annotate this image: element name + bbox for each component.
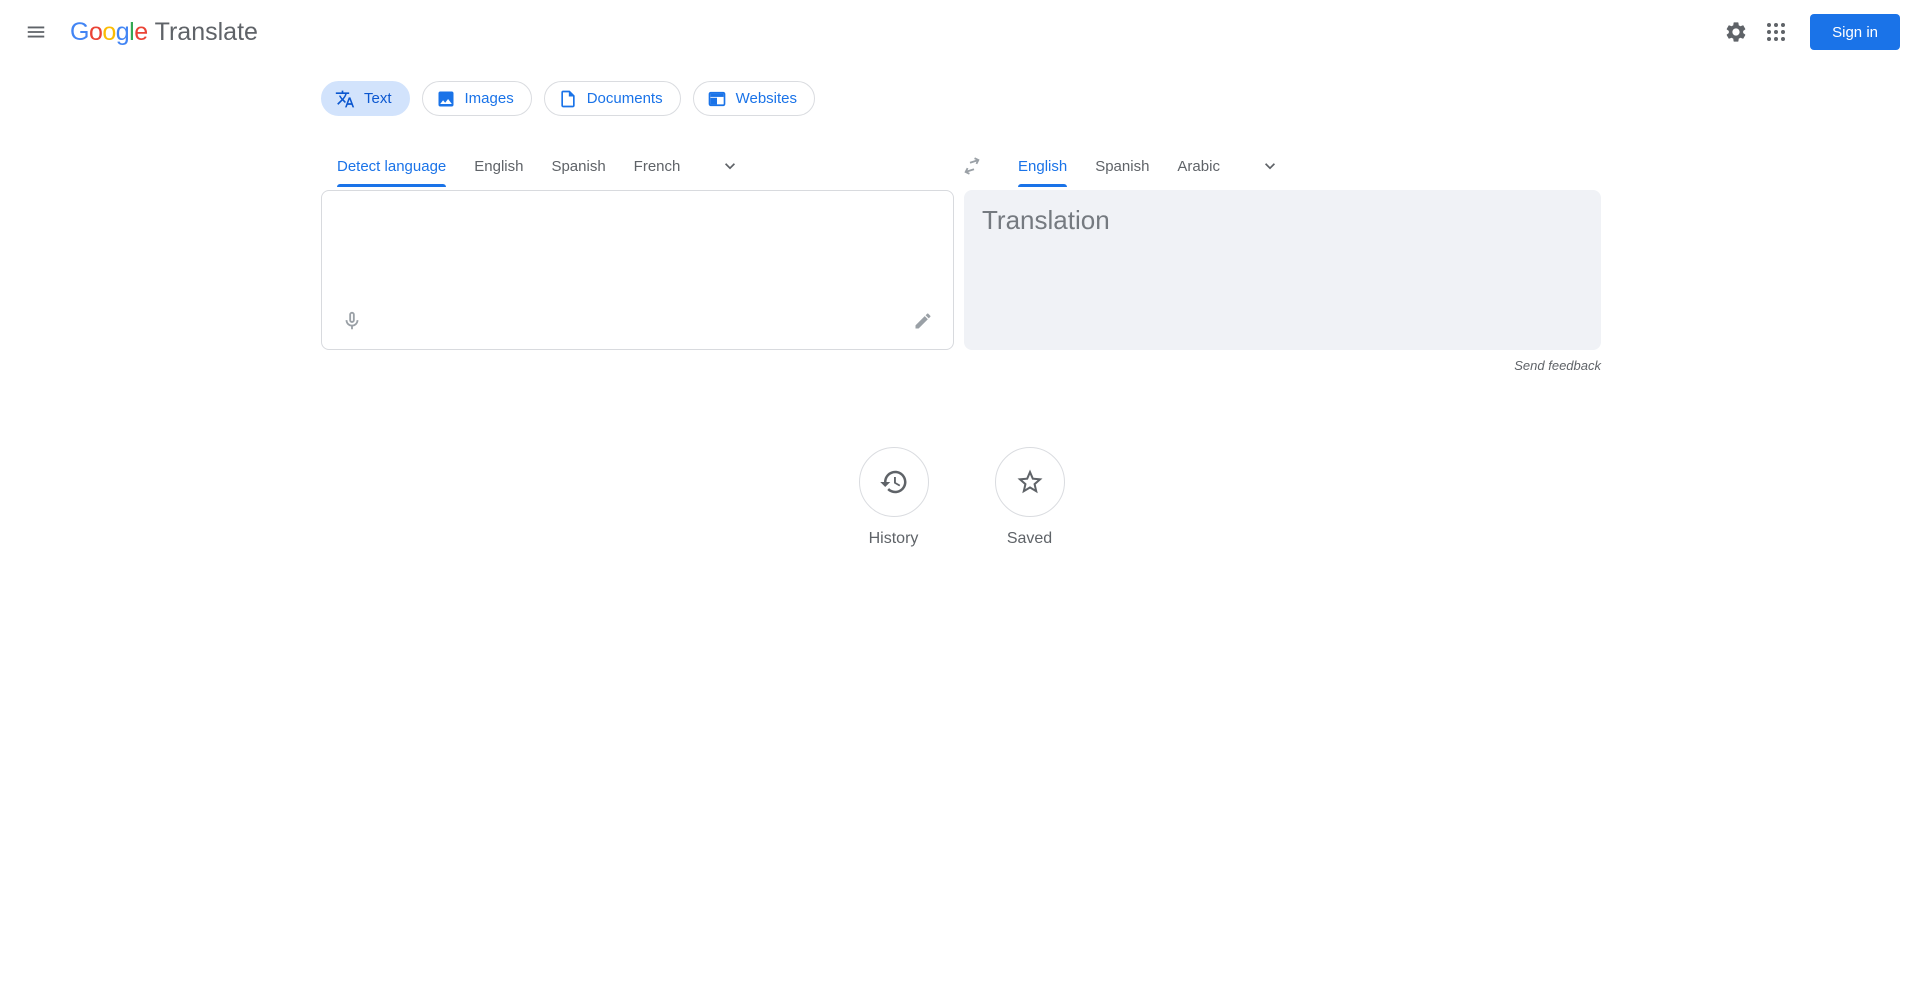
apps-grid-icon [1764,20,1788,44]
handwriting-input-button[interactable] [907,305,939,337]
settings-button[interactable] [1716,12,1756,52]
history-clock-icon [879,467,909,497]
source-language-bar: Detect language English Spanish French [321,148,954,184]
main-content: Text Images Documents Websites [321,81,1602,548]
target-lang-arabic[interactable]: Arabic [1177,148,1220,184]
tab-text[interactable]: Text [321,81,410,116]
saved-circle [995,447,1065,517]
logo-letter: o [102,18,115,46]
tab-images[interactable]: Images [422,81,532,116]
source-panel-wrap [321,190,954,375]
tab-websites[interactable]: Websites [693,81,815,116]
target-lang-english[interactable]: English [1018,148,1067,184]
microphone-icon [341,310,363,332]
star-outline-icon [1015,467,1045,497]
app-header: Google Translate Sign in [0,0,1920,64]
history-circle [859,447,929,517]
saved-button[interactable]: Saved [980,447,1080,548]
source-lang-detect[interactable]: Detect language [337,148,446,184]
sign-in-button[interactable]: Sign in [1810,14,1900,50]
translation-placeholder: Translation [982,205,1583,236]
source-lang-english[interactable]: English [474,148,523,184]
logo-letter: e [134,18,147,46]
translate-icon [335,89,355,109]
history-label: History [869,530,919,548]
translate-card: Detect language English Spanish French E… [321,148,1602,375]
shortcuts-row: History Saved [321,447,1602,548]
logo-letter: o [89,18,102,46]
document-icon [558,89,578,109]
source-text-input[interactable] [322,191,953,287]
feedback-row: Send feedback [964,357,1601,375]
logo-letter: G [70,18,89,46]
target-panel-wrap: Translation Send feedback [964,190,1601,375]
send-feedback-link[interactable]: Send feedback [1514,358,1601,373]
tab-label: Documents [587,90,663,107]
tab-label: Websites [736,90,797,107]
google-apps-button[interactable] [1756,12,1796,52]
product-name: Translate [155,18,258,47]
target-lang-spanish[interactable]: Spanish [1095,148,1149,184]
gear-icon [1724,20,1748,44]
saved-label: Saved [1007,530,1052,548]
tab-documents[interactable]: Documents [544,81,681,116]
target-more-languages-button[interactable] [1256,152,1284,180]
swap-arrows-icon [958,152,986,180]
chevron-down-icon [720,156,740,176]
history-button[interactable]: History [844,447,944,548]
logo-letter: g [116,18,129,46]
hamburger-menu-icon [25,21,47,43]
google-translate-logo[interactable]: Google Translate [70,18,258,47]
website-icon [707,89,727,109]
source-lang-french[interactable]: French [634,148,681,184]
image-icon [436,89,456,109]
source-text-panel [321,190,954,350]
swap-languages-button[interactable] [952,146,992,186]
translation-output-panel: Translation [964,190,1601,350]
voice-input-button[interactable] [336,305,368,337]
pencil-icon [913,311,933,331]
target-language-bar: English Spanish Arabic [964,148,1601,184]
chevron-down-icon [1260,156,1280,176]
source-more-languages-button[interactable] [716,152,744,180]
tab-label: Images [465,90,514,107]
main-menu-button[interactable] [16,12,56,52]
source-lang-spanish[interactable]: Spanish [551,148,605,184]
google-wordmark: Google [70,18,148,47]
tab-label: Text [364,90,392,107]
translation-mode-tabs: Text Images Documents Websites [321,81,1602,116]
